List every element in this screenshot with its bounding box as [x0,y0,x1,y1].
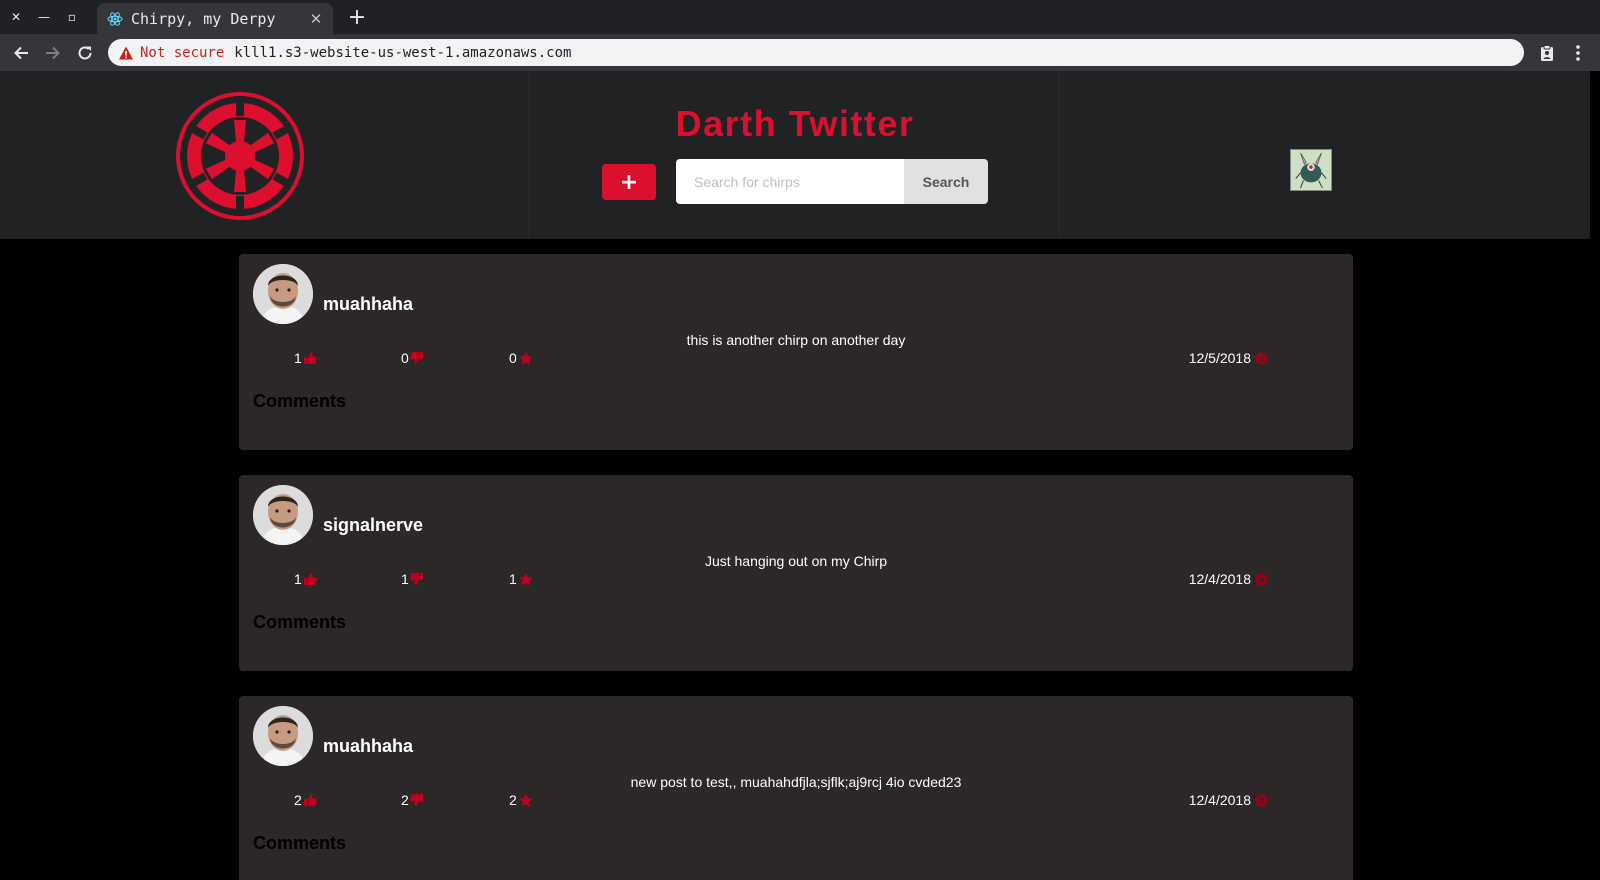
close-circle-icon[interactable] [1255,352,1268,365]
thumbs-down-icon [409,573,423,585]
thumbs-down-icon [409,794,423,806]
empire-logo-icon[interactable] [174,90,306,222]
tab-title: Chirpy, my Derpy [131,9,276,28]
dislike-count: 0 [401,350,409,366]
like-count: 2 [294,792,302,808]
favorite-button[interactable]: 0 [509,350,534,366]
star-icon [519,352,533,365]
thumbs-up-icon [303,573,317,585]
thumbs-down-icon [409,352,423,364]
search-bar: Search [676,159,988,204]
favorite-count: 0 [509,350,517,366]
like-button[interactable]: 1 [294,350,317,366]
dislike-count: 2 [401,792,409,808]
comments-heading: Comments [253,612,347,632]
chirp-date-text: 12/4/2018 [1188,792,1251,808]
window-maximize-icon[interactable]: ▫ [62,7,82,27]
favorite-count: 1 [509,571,517,587]
browser-toolbar: Not secure klll1.s3-website-us-west-1.am… [0,34,1600,71]
browser-tab[interactable]: Chirpy, my Derpy ✕ [97,3,333,34]
thumbs-up-icon [303,352,317,364]
comments-heading: Comments [253,391,347,411]
chirp-avatar[interactable] [253,706,313,766]
chirp-text: new post to test,, muahahdfjla;sjflk;aj9… [630,774,962,790]
dislike-button[interactable]: 1 [401,571,424,587]
chirp-date: 12/5/2018 [1189,350,1268,366]
security-status[interactable]: Not secure [140,45,224,61]
header-user-column [1060,71,1590,239]
new-tab-icon[interactable]: + [346,5,368,30]
url-text[interactable]: klll1.s3-website-us-west-1.amazonaws.com [234,45,571,61]
like-button[interactable]: 1 [294,571,317,587]
page-content: Darth Twitter + Search for chirps Search… [0,71,1600,880]
reload-icon[interactable] [73,41,97,65]
tab-close-icon[interactable]: ✕ [307,10,325,28]
window-close-icon[interactable]: ✕ [6,7,26,27]
chirp-avatar[interactable] [253,485,313,545]
header-logo-column [0,71,530,239]
chirp-card: muahhaha this is another chirp on anothe… [239,254,1353,450]
back-icon[interactable] [9,41,33,65]
like-count: 1 [294,350,302,366]
search-input[interactable] [676,159,904,204]
react-icon [107,11,123,26]
menu-icon[interactable] [1566,41,1590,65]
warning-icon [119,46,133,59]
chirp-date: 12/4/2018 [1189,571,1268,587]
address-bar[interactable]: Not secure klll1.s3-website-us-west-1.am… [108,39,1524,66]
site-title: Darth Twitter [675,103,915,144]
chirp-date: 12/4/2018 [1189,792,1268,808]
favorite-count: 2 [509,792,517,808]
add-chirp-button[interactable]: + [602,164,656,200]
star-icon [519,794,533,807]
chirp-feed: muahhaha this is another chirp on anothe… [239,254,1353,880]
chirp-card: muahhaha new post to test,, muahahdfjla;… [239,696,1353,880]
chirp-text: this is another chirp on another day [686,332,906,348]
like-button[interactable]: 2 [294,792,317,808]
chirp-username[interactable]: signalnerve [323,515,423,536]
close-circle-icon[interactable] [1255,573,1268,586]
header-center-column: Darth Twitter + Search [530,71,1060,239]
browser-tab-bar: ✕ — ▫ Chirpy, my Derpy ✕ + [0,0,1600,34]
chirp-username[interactable]: muahhaha [323,736,413,757]
chirp-date-text: 12/4/2018 [1188,571,1251,587]
clipboard-icon[interactable] [1535,41,1559,65]
dislike-count: 1 [401,571,409,587]
chirp-date-text: 12/5/2018 [1188,350,1251,366]
comments-heading: Comments [253,833,347,853]
chirp-avatar[interactable] [253,264,313,324]
favorite-button[interactable]: 1 [509,571,534,587]
forward-icon[interactable] [41,41,65,65]
chirp-card: signalnerve Just hanging out on my Chirp… [239,475,1353,671]
chirp-text: Just hanging out on my Chirp [704,553,888,569]
dislike-button[interactable]: 2 [401,792,424,808]
user-avatar[interactable] [1290,149,1332,191]
favorite-button[interactable]: 2 [509,792,534,808]
thumbs-up-icon [303,794,317,806]
chirp-username[interactable]: muahhaha [323,294,413,315]
window-minimize-icon[interactable]: — [34,7,54,27]
site-header: Darth Twitter + Search [0,71,1590,239]
star-icon [519,573,533,586]
like-count: 1 [294,571,302,587]
close-circle-icon[interactable] [1255,794,1268,807]
search-button[interactable]: Search [904,159,988,204]
dislike-button[interactable]: 0 [401,350,424,366]
